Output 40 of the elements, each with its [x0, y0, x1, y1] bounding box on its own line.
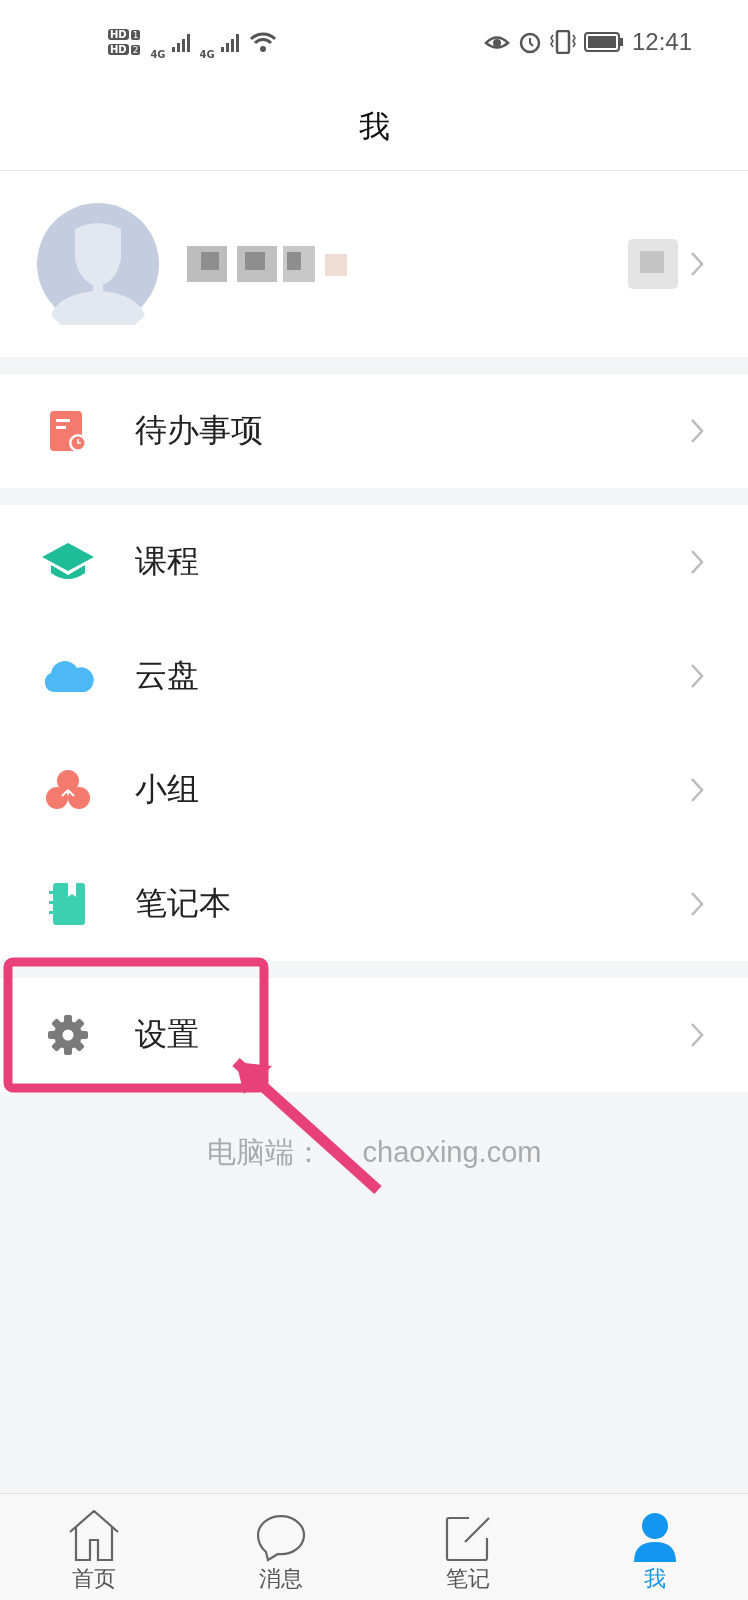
- tab-item[interactable]: 消息: [187, 1494, 374, 1600]
- chevron-right-icon: [690, 418, 704, 444]
- chevron-right-icon: [690, 663, 704, 689]
- chevron-right-icon: [690, 891, 704, 917]
- network-type: 4G: [150, 48, 166, 60]
- chevron-right-icon: [690, 549, 704, 575]
- web-label: 电脑端：: [206, 1136, 323, 1168]
- blurred-badge: [628, 239, 678, 289]
- clock-time: 12:41: [631, 28, 692, 56]
- settings-icon: [46, 1014, 89, 1056]
- vibrate-icon: [549, 30, 576, 54]
- chevron-right-icon: [690, 251, 704, 277]
- notebook-icon: [47, 881, 88, 927]
- menu-item[interactable]: 笔记本: [0, 847, 748, 961]
- sim-badge: HD: [108, 44, 129, 55]
- tab-item[interactable]: 笔记: [374, 1494, 561, 1600]
- menu-item[interactable]: 小组: [0, 733, 748, 847]
- edit-note-icon: [444, 1516, 491, 1562]
- network-type: 4G: [199, 48, 215, 60]
- page-title: 我: [358, 107, 390, 146]
- sim-badge: HD: [108, 29, 129, 40]
- chevron-right-icon: [690, 777, 704, 803]
- chat-bubble-icon: [255, 1512, 306, 1562]
- wifi-icon: [248, 31, 277, 53]
- sim-slot: 1: [130, 29, 141, 40]
- web-address: chaoxing.com: [362, 1136, 542, 1168]
- three-circles-icon: [43, 768, 92, 812]
- sim-slot: 2: [130, 44, 141, 55]
- person-icon: [631, 1512, 678, 1562]
- tab-item[interactable]: 首页: [0, 1494, 187, 1600]
- alarm-icon: [517, 30, 542, 54]
- chevron-right-icon: [690, 1022, 704, 1048]
- menu-item[interactable]: 待办事项: [0, 374, 748, 488]
- home-icon: [67, 1510, 120, 1562]
- menu-item[interactable]: 课程: [0, 505, 748, 619]
- battery-icon: [583, 32, 624, 52]
- profile-row[interactable]: [0, 171, 748, 357]
- avatar-icon: [37, 203, 159, 325]
- document-clock-icon: [47, 409, 88, 453]
- menu-item[interactable]: 云盘: [0, 619, 748, 733]
